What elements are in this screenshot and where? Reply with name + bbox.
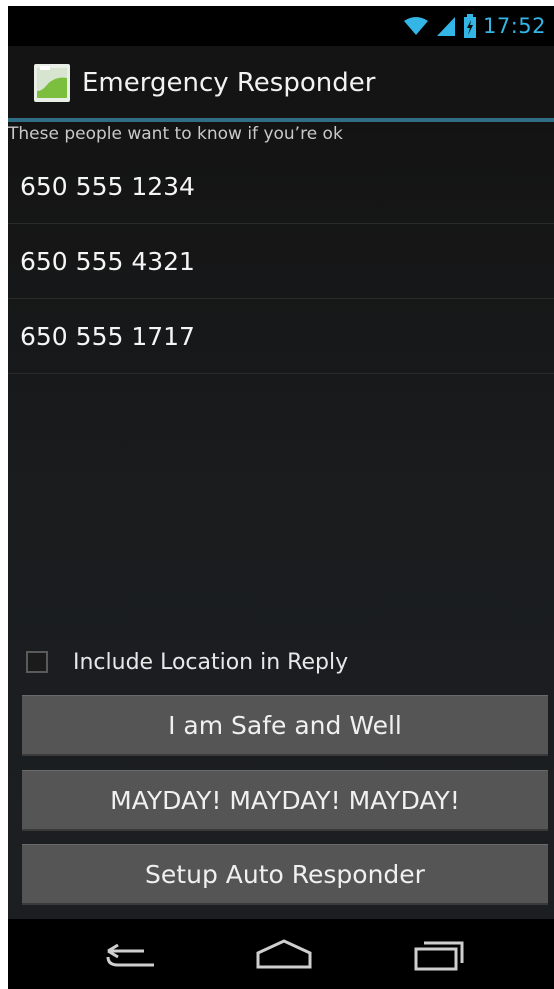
app-title: Emergency Responder (82, 68, 376, 98)
setup-auto-responder-button[interactable]: Setup Auto Responder (22, 844, 548, 905)
home-icon[interactable] (254, 937, 314, 973)
include-location-label: Include Location in Reply (73, 649, 349, 675)
list-item[interactable]: 650 555 1717 (8, 299, 554, 374)
phone-number: 650 555 1234 (20, 171, 195, 201)
list-header: These people want to know if you’re ok (8, 124, 343, 144)
app-icon[interactable] (34, 64, 70, 102)
status-bar: 17:52 (8, 6, 554, 46)
signal-icon (436, 17, 455, 36)
phone-number: 650 555 4321 (20, 246, 195, 276)
mayday-button[interactable]: MAYDAY! MAYDAY! MAYDAY! (22, 770, 548, 831)
wifi-icon (403, 17, 428, 35)
safe-button[interactable]: I am Safe and Well (22, 695, 548, 756)
include-location-row[interactable]: Include Location in Reply (26, 646, 348, 678)
list-item[interactable]: 650 555 4321 (8, 224, 554, 299)
status-clock: 17:52 (482, 14, 546, 38)
back-icon[interactable] (104, 937, 164, 973)
navigation-bar (8, 919, 554, 989)
include-location-checkbox[interactable] (26, 651, 48, 673)
requester-list: 650 555 1234 650 555 4321 650 555 1717 (8, 149, 554, 374)
battery-icon (463, 14, 476, 38)
phone-number: 650 555 1717 (20, 321, 195, 351)
list-item[interactable]: 650 555 1234 (8, 149, 554, 224)
phone-screen: 17:52 Emergency Responder These people w… (8, 6, 554, 989)
status-icons: 17:52 (403, 12, 546, 40)
recent-apps-icon[interactable] (408, 937, 468, 973)
action-bar: Emergency Responder (8, 46, 554, 122)
